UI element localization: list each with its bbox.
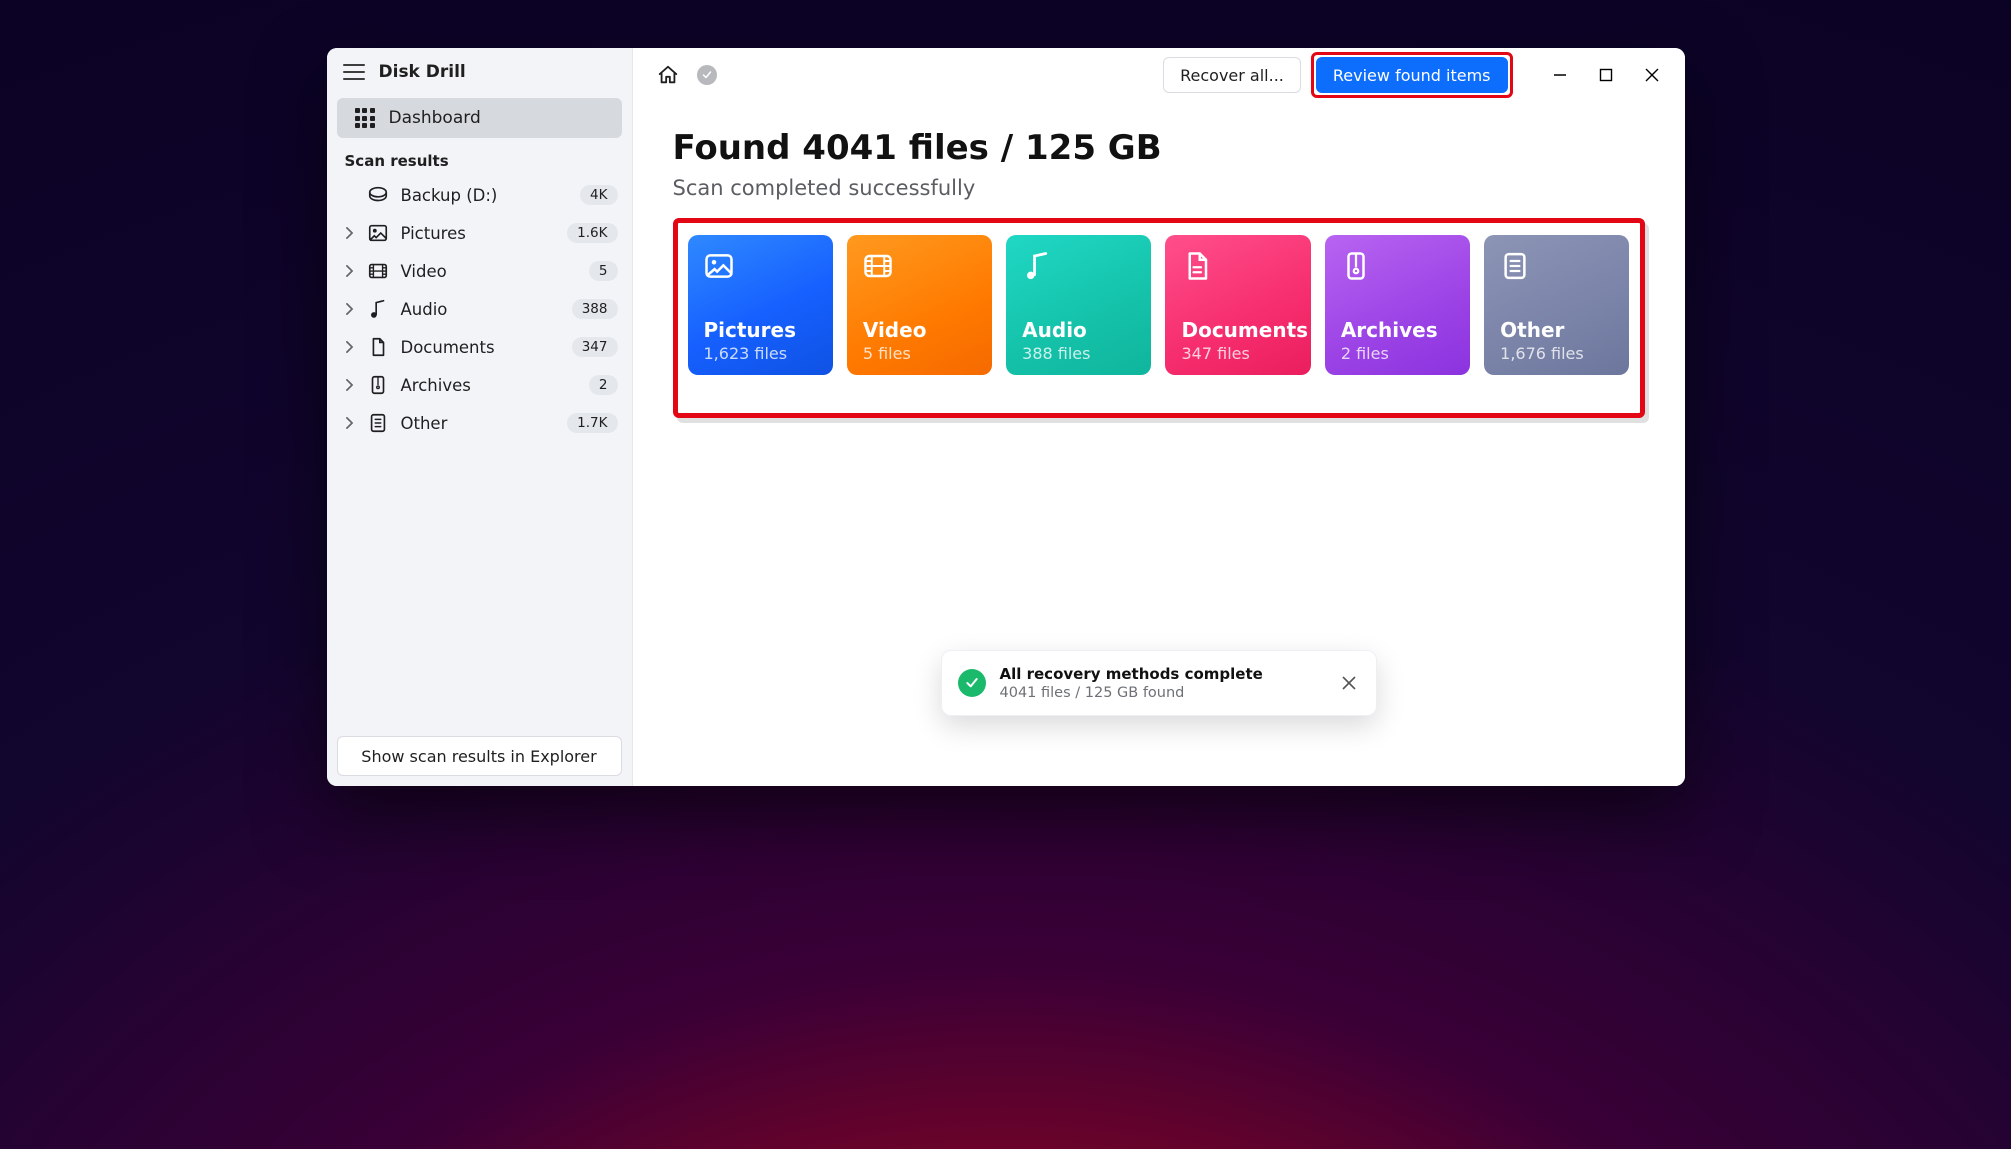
window-close-button[interactable] — [1629, 57, 1675, 93]
card-subtitle: 1,623 files — [704, 344, 817, 363]
card-archives[interactable]: Archives 2 files — [1325, 235, 1470, 375]
content: Found 4041 files / 125 GB Scan completed… — [633, 102, 1685, 418]
window-maximize-button[interactable] — [1583, 57, 1629, 93]
sidebar-item-label: Documents — [401, 338, 560, 357]
sidebar-item-label: Archives — [401, 376, 577, 395]
cards-highlight: Pictures 1,623 files Video 5 files — [673, 218, 1645, 418]
picture-icon — [367, 222, 389, 244]
menu-icon[interactable] — [343, 64, 365, 80]
chevron-right-icon[interactable] — [345, 265, 355, 277]
chevron-right-icon[interactable] — [345, 341, 355, 353]
toast-text: All recovery methods complete 4041 files… — [1000, 665, 1263, 701]
sidebar-header: Disk Drill — [327, 48, 632, 94]
card-title: Documents — [1181, 318, 1294, 342]
card-subtitle: 2 files — [1341, 344, 1454, 363]
card-title: Pictures — [704, 318, 817, 342]
backup-label: Backup (D:) — [401, 186, 569, 205]
sidebar-item-label: Video — [401, 262, 577, 281]
card-audio[interactable]: Audio 388 files — [1006, 235, 1151, 375]
card-title: Other — [1500, 318, 1613, 342]
completion-toast: All recovery methods complete 4041 files… — [941, 650, 1377, 716]
sidebar-section-label: Scan results — [327, 138, 632, 176]
card-title: Audio — [1022, 318, 1135, 342]
app-title: Disk Drill — [379, 62, 466, 82]
toast-close-button[interactable] — [1338, 672, 1360, 694]
sidebar-item-pictures[interactable]: Pictures 1.6K — [327, 214, 632, 252]
window-controls — [1537, 57, 1675, 93]
document-icon — [367, 336, 389, 358]
card-subtitle: 5 files — [863, 344, 976, 363]
card-title: Video — [863, 318, 976, 342]
chevron-right-icon[interactable] — [345, 227, 355, 239]
archive-icon — [1341, 251, 1371, 281]
main: Recover all... Review found items — [633, 48, 1685, 786]
sidebar-footer: Show scan results in Explorer — [327, 726, 632, 786]
page-subtitle: Scan completed successfully — [673, 176, 1645, 200]
drive-icon — [367, 184, 389, 206]
sidebar-item-archives[interactable]: Archives 2 — [327, 366, 632, 404]
dashboard-icon — [355, 108, 375, 128]
list-icon — [1500, 251, 1530, 281]
chevron-right-icon[interactable] — [345, 417, 355, 429]
count-badge: 5 — [589, 261, 618, 281]
window-minimize-button[interactable] — [1537, 57, 1583, 93]
card-other[interactable]: Other 1,676 files — [1484, 235, 1629, 375]
topbar-left — [657, 64, 717, 86]
sidebar-item-dashboard[interactable]: Dashboard — [337, 98, 622, 138]
app-window: Disk Drill Dashboard Scan results Backup… — [327, 48, 1685, 786]
sidebar-item-documents[interactable]: Documents 347 — [327, 328, 632, 366]
archive-icon — [367, 374, 389, 396]
success-check-icon — [958, 669, 986, 697]
chevron-right-icon[interactable] — [345, 303, 355, 315]
backup-badge: 4K — [580, 185, 617, 205]
sidebar-item-label: Audio — [401, 300, 560, 319]
sidebar-item-audio[interactable]: Audio 388 — [327, 290, 632, 328]
card-subtitle: 388 files — [1022, 344, 1135, 363]
review-found-items-button[interactable]: Review found items — [1316, 57, 1508, 93]
card-pictures[interactable]: Pictures 1,623 files — [688, 235, 833, 375]
document-icon — [1181, 251, 1211, 281]
sidebar-item-label: Pictures — [401, 224, 556, 243]
category-cards: Pictures 1,623 files Video 5 files — [688, 235, 1630, 375]
card-subtitle: 1,676 files — [1500, 344, 1613, 363]
video-icon — [863, 251, 893, 281]
card-documents[interactable]: Documents 347 files — [1165, 235, 1310, 375]
video-icon — [367, 260, 389, 282]
sidebar: Disk Drill Dashboard Scan results Backup… — [327, 48, 633, 786]
sidebar-item-video[interactable]: Video 5 — [327, 252, 632, 290]
recover-all-button[interactable]: Recover all... — [1163, 57, 1301, 93]
picture-icon — [704, 251, 734, 281]
card-title: Archives — [1341, 318, 1454, 342]
topbar: Recover all... Review found items — [633, 48, 1685, 102]
card-subtitle: 347 files — [1181, 344, 1294, 363]
toast-title: All recovery methods complete — [1000, 665, 1263, 683]
dashboard-label: Dashboard — [389, 108, 481, 128]
count-badge: 2 — [589, 375, 618, 395]
sidebar-item-backup[interactable]: Backup (D:) 4K — [327, 176, 632, 214]
sidebar-item-label: Other — [401, 414, 556, 433]
sidebar-item-other[interactable]: Other 1.7K — [327, 404, 632, 442]
show-in-explorer-button[interactable]: Show scan results in Explorer — [337, 736, 622, 776]
status-check-icon[interactable] — [697, 65, 717, 85]
topbar-right: Recover all... Review found items — [1163, 52, 1684, 98]
music-note-icon — [367, 298, 389, 320]
page-title: Found 4041 files / 125 GB — [673, 128, 1645, 168]
count-badge: 1.6K — [567, 223, 617, 243]
list-icon — [367, 412, 389, 434]
count-badge: 1.7K — [567, 413, 617, 433]
card-video[interactable]: Video 5 files — [847, 235, 992, 375]
chevron-right-icon[interactable] — [345, 379, 355, 391]
count-badge: 347 — [572, 337, 618, 357]
toast-subtitle: 4041 files / 125 GB found — [1000, 685, 1263, 701]
review-highlight: Review found items — [1311, 52, 1513, 98]
count-badge: 388 — [572, 299, 618, 319]
home-icon[interactable] — [657, 64, 679, 86]
music-note-icon — [1022, 251, 1052, 281]
